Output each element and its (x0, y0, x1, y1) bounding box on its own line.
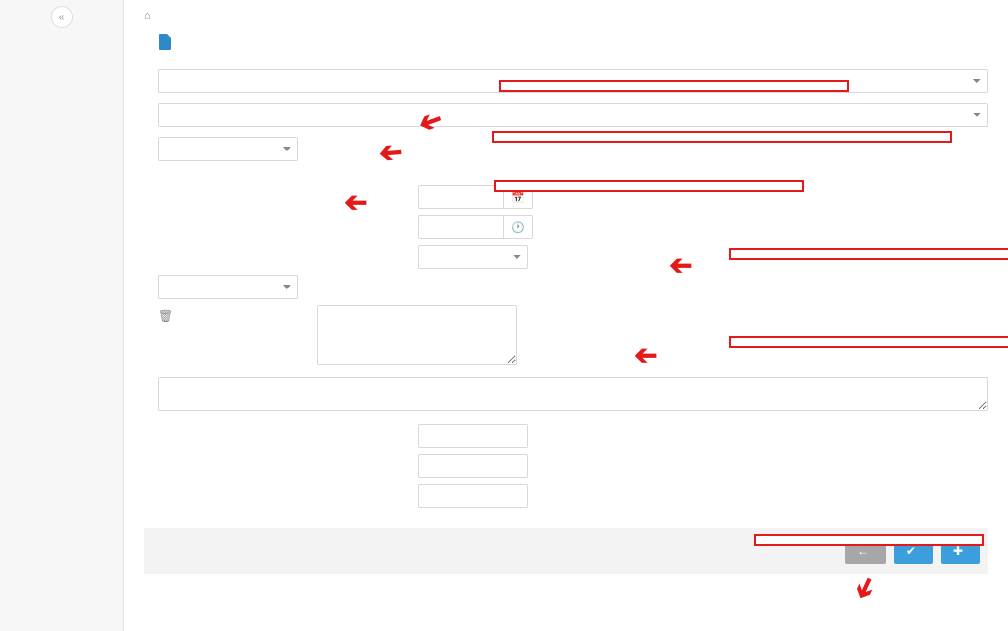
annotation-lager (494, 180, 804, 192)
annotation-typ (499, 80, 849, 92)
annotation-zahlung (729, 336, 1008, 348)
erstellzeit-input[interactable]: 🕐 (418, 215, 533, 239)
annotation-speichern (754, 534, 984, 546)
check-icon: ✔ (906, 544, 916, 558)
file-icon (158, 34, 172, 55)
lager-select[interactable] (158, 137, 298, 161)
zahlungstyp-select[interactable] (418, 245, 528, 269)
plus-icon: ✚ (953, 544, 963, 558)
skonto-label (185, 305, 305, 309)
arrow-icon: ➔ (846, 571, 886, 606)
sidebar-collapse-button[interactable]: « (51, 6, 73, 28)
breadcrumb: ⌂ (144, 10, 988, 22)
auftragsnummer-input[interactable] (418, 454, 528, 478)
umsatz-input[interactable] (418, 484, 528, 508)
langtext-textarea[interactable] (158, 377, 988, 411)
arrow-left-icon: ← (857, 544, 869, 558)
annotation-datum (729, 248, 1008, 260)
kurztext-input[interactable] (418, 424, 528, 448)
clock-icon[interactable]: 🕐 (503, 215, 533, 239)
main-content: ⌂ (124, 0, 1008, 631)
home-icon: ⌂ (144, 10, 151, 22)
page-title (158, 34, 988, 55)
skonto-textarea[interactable] (317, 305, 517, 365)
kreis-select[interactable] (158, 103, 988, 127)
trash-icon[interactable]: 🗑 (158, 305, 173, 323)
annotation-kreis (492, 131, 952, 143)
skonto-select[interactable] (158, 275, 298, 299)
sidebar: « (0, 0, 124, 631)
